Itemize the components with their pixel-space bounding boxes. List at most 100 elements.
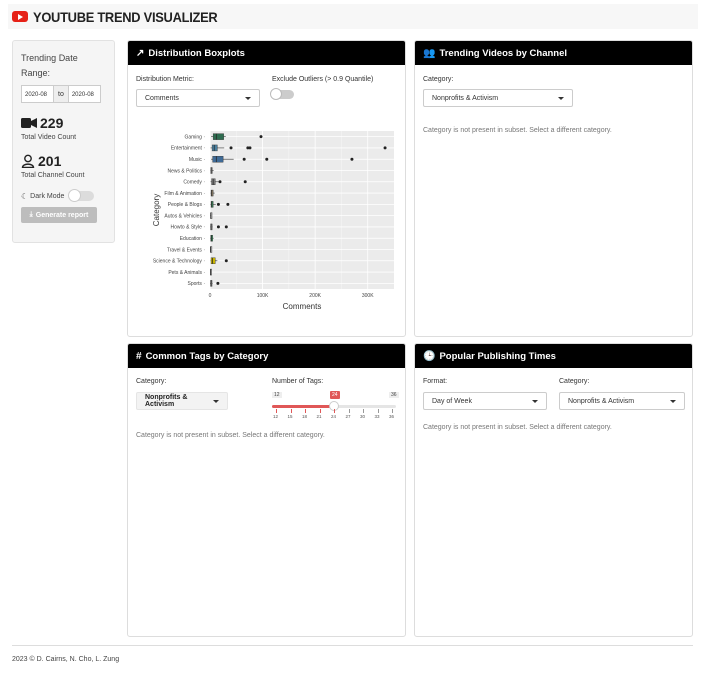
slider-tick [363, 409, 364, 413]
times-empty-message: Category is not present in subset. Selec… [423, 424, 612, 431]
date-range-input: 2020-08 to 2020-08 [21, 85, 106, 103]
channel-category-value: Nonprofits & Activism [432, 94, 499, 102]
channel-count: 201 [38, 153, 62, 169]
hashtag-icon: # [136, 350, 142, 362]
slider-tick [276, 409, 277, 413]
tags-slider[interactable]: 12 24 36 12 15 18 21 24 27 30 33 36 [272, 390, 399, 420]
slider-tick [392, 409, 393, 413]
metric-select[interactable]: Comments [136, 89, 260, 107]
category-tick-label: Film & Animation · [164, 191, 205, 197]
user-icon [21, 154, 35, 168]
youtube-logo-icon [12, 11, 28, 22]
category-tick-label: Entertainment · [171, 146, 206, 152]
category-tick-label: Autos & Vehicles · [164, 213, 205, 219]
category-tick-label: People & Blogs · [168, 202, 206, 208]
outlier-point [216, 202, 220, 206]
channel-category-label: Category: [423, 76, 454, 83]
trending-by-channel-title: Trending Videos by Channel [439, 47, 568, 59]
slider-tick [348, 409, 350, 413]
category-tick-label: Music · [189, 157, 205, 163]
outlier-point [224, 259, 228, 263]
box [210, 257, 216, 264]
outliers-label: Exclude Outliers (> 0.9 Quantile) [272, 76, 374, 83]
video-count-label: Total Video Count [21, 134, 77, 141]
slider-fill [272, 405, 334, 408]
category-tick-label: Education · [180, 236, 206, 242]
format-select[interactable]: Day of Week [423, 392, 547, 410]
outlier-point [350, 157, 354, 161]
start-date-input[interactable]: 2020-08 [21, 85, 54, 103]
outlier-point [243, 180, 247, 184]
video-count: 229 [40, 115, 64, 131]
x-tick-label: 100K [257, 293, 269, 299]
slider-min-label: 12 [272, 392, 282, 398]
dark-mode-label: Dark Mode [30, 192, 65, 200]
chevron-down-icon [558, 96, 564, 100]
tags-number-label: Number of Tags: [272, 378, 324, 385]
generate-report-button[interactable]: ⤓ Generate report [21, 207, 97, 223]
metric-label: Distribution Metric: [136, 76, 194, 83]
footer: 2023 © D. Cairns, N. Cho, L. Zung [12, 656, 120, 663]
dark-mode-row: ☾ Dark Mode [21, 189, 106, 202]
generate-report-label: Generate report [35, 211, 89, 219]
date-range-separator: to [54, 85, 68, 103]
slider-tick [334, 409, 335, 413]
slider-tick-label: 12 [273, 414, 279, 419]
slider-tick-label: 21 [316, 414, 322, 419]
x-axis-title: Comments [283, 302, 322, 311]
toggle-knob [270, 88, 282, 100]
outlier-point [224, 225, 228, 229]
outlier-point [259, 135, 263, 139]
distribution-boxplots-title: Distribution Boxplots [148, 47, 245, 59]
times-category-value: Nonprofits & Activism [568, 397, 635, 405]
app-header: YOUTUBE TREND VISUALIZER [8, 4, 698, 29]
y-axis-title: Category [152, 194, 161, 226]
tags-category-label: Category: [136, 378, 167, 385]
x-tick-label: 0 [209, 293, 212, 299]
publishing-times-card: 🕒 Popular Publishing Times Format: Day o… [414, 343, 693, 637]
slider-tick-label: 24 [331, 414, 337, 419]
distribution-boxplots-card: ↗ Distribution Boxplots Distribution Met… [127, 40, 406, 337]
chevron-down-icon [532, 399, 538, 403]
video-camera-icon [21, 118, 37, 128]
distribution-boxplots-header: ↗ Distribution Boxplots [128, 41, 405, 65]
exclude-outliers-toggle[interactable] [270, 88, 294, 100]
slider-tick-label: 18 [302, 414, 308, 419]
slider-tick [319, 409, 321, 413]
tags-category-select[interactable]: Nonprofits & Activism [136, 392, 228, 410]
footer-divider [12, 645, 693, 646]
slider-value-label: 24 [330, 391, 340, 399]
category-tick-label: Science & Technology · [153, 259, 205, 265]
outlier-point [226, 202, 230, 206]
date-range-label: Trending Date Range: [21, 53, 78, 78]
channel-count-stat: 201 [21, 153, 106, 169]
outlier-point [216, 281, 220, 285]
slider-tick [290, 409, 292, 413]
category-tick-label: Gaming · [184, 134, 205, 140]
format-value: Day of Week [432, 397, 472, 405]
slider-tick [377, 409, 379, 413]
download-icon: ⤓ [29, 211, 33, 218]
slider-tick-label: 15 [287, 414, 293, 419]
outlier-point [218, 180, 222, 184]
box [212, 133, 224, 140]
chevron-down-icon [245, 96, 251, 100]
outlier-point [242, 157, 246, 161]
comments-boxplot-chart: Gaming · Entertainment · Music · News & Pol… [152, 131, 394, 311]
common-tags-card: # Common Tags by Category Category: Nonp… [127, 343, 406, 637]
sidebar: Trending Date Range: 2020-08 to 2020-08 … [12, 40, 115, 243]
end-date-input[interactable]: 2020-08 [67, 85, 101, 103]
times-category-label: Category: [559, 378, 590, 385]
x-tick-label: 200K [309, 293, 321, 299]
dark-mode-toggle[interactable] [68, 189, 95, 202]
category-tick-label: News & Politics · [167, 168, 205, 174]
times-category-select[interactable]: Nonprofits & Activism [559, 392, 685, 410]
slider-tick-label: 30 [360, 414, 366, 419]
x-tick-label: 300K [362, 293, 374, 299]
common-tags-header: # Common Tags by Category [128, 344, 405, 368]
app-title: YOUTUBE TREND VISUALIZER [33, 8, 218, 25]
channel-category-select[interactable]: Nonprofits & Activism [423, 89, 573, 107]
format-label: Format: [423, 378, 448, 385]
outlier-point [265, 157, 269, 161]
category-tick-label: Pets & Animals · [168, 270, 205, 276]
